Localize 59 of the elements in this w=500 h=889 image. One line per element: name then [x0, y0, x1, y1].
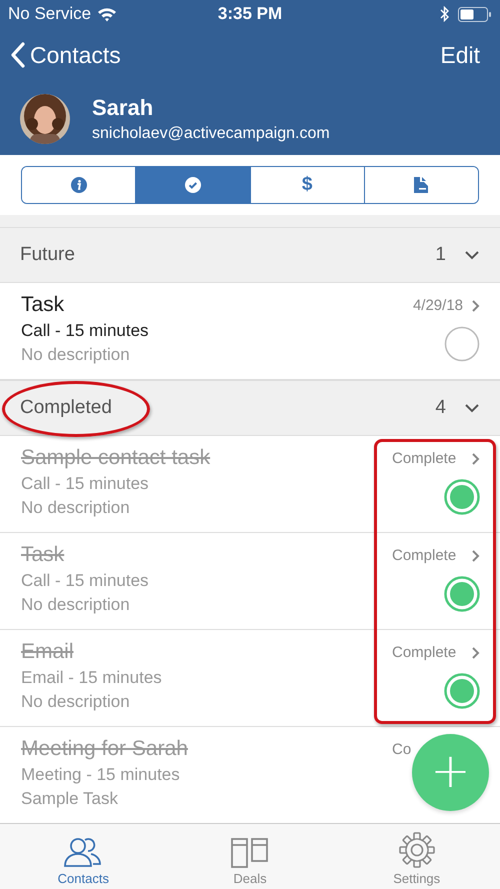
battery-icon	[458, 6, 492, 22]
people-icon	[63, 836, 104, 868]
task-row[interactable]: Task Call - 15 minutes No description Complete	[0, 533, 500, 630]
section-count: 4	[435, 397, 446, 419]
chevron-right-icon	[471, 452, 480, 466]
task-title: Task	[21, 543, 64, 567]
tab-bar-item[interactable]: Contacts	[0, 824, 167, 889]
task-title: Email	[21, 640, 74, 664]
completed-checkbox[interactable]	[444, 673, 480, 709]
status-label: Co	[392, 741, 412, 758]
task-detail: Call - 15 minutes	[21, 321, 149, 341]
due-date: 4/29/18	[412, 297, 463, 314]
chevron-right-icon	[471, 548, 480, 562]
wifi-icon	[97, 6, 118, 22]
task-description: No description	[21, 595, 130, 615]
chevron-right-icon	[471, 298, 480, 312]
clock-time: 3:35 PM	[218, 4, 282, 24]
completed-checkbox[interactable]	[444, 576, 480, 612]
info-icon	[70, 177, 87, 193]
tab-bar-item[interactable]: Deals	[166, 824, 334, 889]
status-label: Complete	[392, 547, 456, 564]
edit-button[interactable]: Edit	[440, 42, 490, 68]
chevron-right-icon	[471, 646, 480, 660]
document-icon	[414, 177, 428, 193]
contact-email: snicholaev@activecampaign.com	[92, 124, 330, 142]
contact-name: Sarah	[92, 94, 154, 120]
bluetooth-icon	[440, 6, 450, 22]
settings-icon	[398, 832, 435, 868]
completed-checkbox[interactable]	[444, 479, 480, 515]
task-row[interactable]: Task Call - 15 minutes No description 4/29/18	[0, 283, 500, 380]
tasks-tab[interactable]	[135, 167, 250, 203]
task-title: Sample contact task	[21, 446, 210, 470]
task-detail: Meeting - 15 minutes	[21, 765, 180, 785]
carrier-label: No Service	[8, 4, 92, 24]
back-button[interactable]: Contacts	[10, 42, 121, 68]
columns-icon	[231, 838, 269, 868]
checkbox[interactable]	[444, 326, 480, 362]
section-count: 1	[435, 244, 446, 266]
tab-bar-item[interactable]: Settings	[333, 824, 500, 889]
task-detail: Call - 15 minutes	[21, 571, 149, 591]
task-description: No description	[21, 345, 130, 365]
task-description: No description	[21, 692, 130, 712]
notes-tab[interactable]	[364, 167, 478, 203]
task-detail: Call - 15 minutes	[21, 474, 149, 494]
task-row[interactable]: Sample contact task Call - 15 minutes No description Complete	[0, 436, 500, 533]
status-label: Complete	[392, 450, 456, 467]
section-title: Completed	[20, 397, 113, 419]
section-header[interactable]: Future 1	[0, 227, 500, 283]
back-chevron-icon	[10, 42, 26, 68]
section-title: Future	[20, 244, 76, 266]
section-header[interactable]: Completed 4	[0, 380, 500, 436]
task-title: Meeting for Sarah	[21, 737, 188, 761]
status-label: Complete	[392, 644, 456, 661]
task-row[interactable]: Email Email - 15 minutes No description Complete	[0, 630, 500, 727]
check-circle-icon	[184, 177, 201, 193]
task-title: Task	[21, 293, 64, 317]
task-description: No description	[21, 498, 130, 518]
task-description: Sample Task	[21, 789, 118, 809]
task-detail: Email - 15 minutes	[21, 668, 162, 688]
